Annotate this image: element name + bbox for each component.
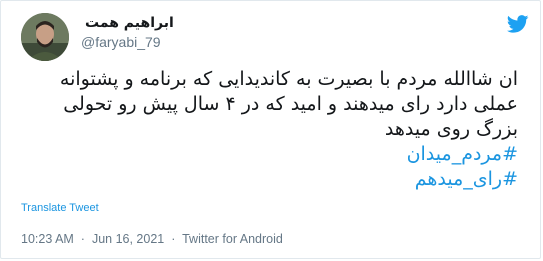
tweet-line: ان شاالله مردم با بصیرت به کاندیدایی که … bbox=[59, 68, 518, 90]
tweet-source[interactable]: Twitter for Android bbox=[182, 232, 283, 246]
display-name[interactable]: ابراهیم همت bbox=[85, 15, 174, 31]
username[interactable]: @faryabi_79 bbox=[81, 34, 161, 50]
tweet-line: بزرگ روی میدهد bbox=[384, 118, 518, 140]
twitter-bird-icon[interactable] bbox=[506, 15, 529, 33]
translate-tweet-link[interactable]: Translate Tweet bbox=[21, 202, 99, 214]
avatar-image bbox=[21, 13, 69, 61]
tweet-date[interactable]: Jun 16, 2021 bbox=[92, 232, 164, 246]
hashtag-link[interactable]: #مردم_میدان bbox=[18, 142, 518, 167]
tweet-card: ابراهیم همت @faryabi_79 ان شاالله مردم ب… bbox=[0, 0, 541, 259]
tweet-time[interactable]: 10:23 AM bbox=[21, 232, 74, 246]
tweet-metadata: 10:23 AM · Jun 16, 2021 · Twitter for An… bbox=[21, 232, 283, 246]
hashtag-link[interactable]: #رای_میدهم bbox=[18, 167, 518, 192]
tweet-line: عملی دارد رای میدهند و امید که در ۴ سال … bbox=[63, 93, 518, 115]
tweet-text: ان شاالله مردم با بصیرت به کاندیدایی که … bbox=[18, 67, 518, 192]
avatar[interactable] bbox=[21, 13, 69, 61]
